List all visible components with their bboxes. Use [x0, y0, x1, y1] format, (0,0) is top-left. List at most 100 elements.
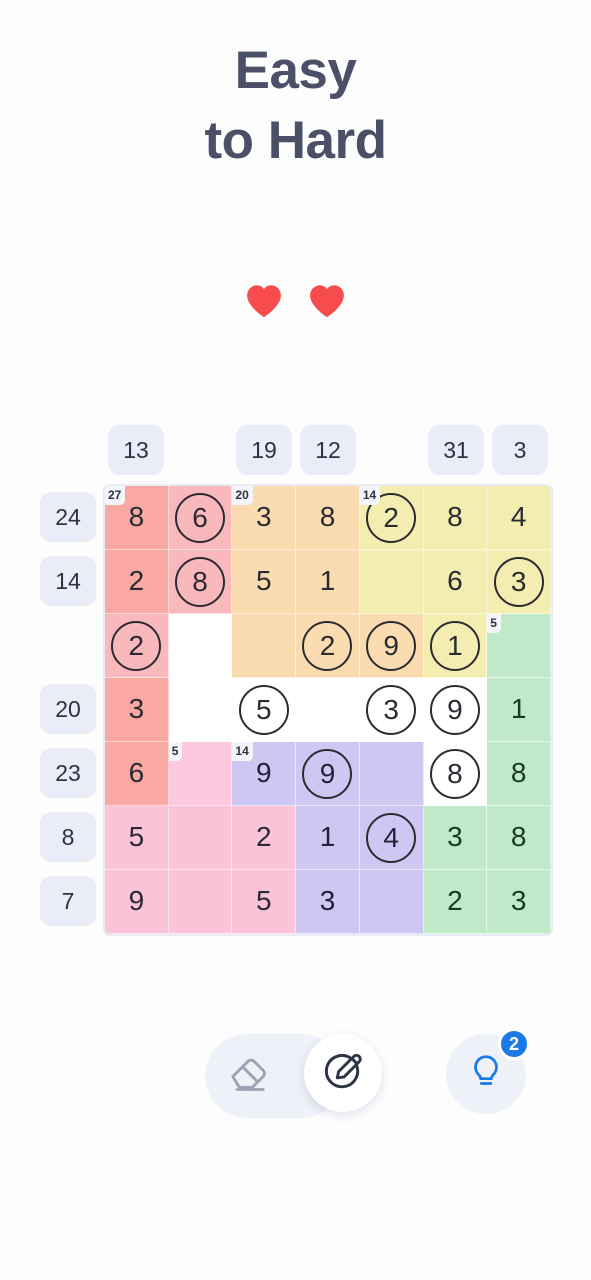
cell-value: 6 — [128, 756, 145, 788]
grid-cell[interactable]: 1 — [296, 806, 360, 870]
row-clue-column: 24 14 20 23 8 7 — [32, 485, 104, 936]
cell-value: 4 — [510, 500, 527, 532]
eraser-button[interactable] — [216, 1040, 280, 1104]
grid-cell[interactable]: 14 2 — [359, 486, 424, 550]
grid-cell[interactable] — [359, 870, 424, 934]
column-clue[interactable]: 3 — [492, 425, 548, 475]
grid-cell[interactable] — [359, 742, 424, 806]
grid-cell[interactable]: 1 — [423, 614, 488, 678]
row-clue[interactable]: 7 — [40, 876, 96, 926]
grid-cell[interactable]: 2 — [232, 806, 297, 870]
grid-cell[interactable]: 9 — [359, 614, 424, 678]
grid-cell[interactable] — [296, 678, 360, 742]
cage-sum-label: 5 — [168, 742, 183, 761]
cell-value — [169, 806, 232, 869]
row-clue[interactable]: 24 — [40, 492, 96, 542]
grid-cell[interactable]: 3 — [359, 678, 424, 742]
grid-cell[interactable]: 3 — [487, 870, 551, 934]
cell-value: 3 — [510, 884, 527, 916]
grid-cell[interactable]: 20 3 — [232, 486, 297, 550]
column-clue[interactable]: 12 — [300, 425, 356, 475]
row-clue-empty — [40, 620, 96, 670]
cell-value — [232, 614, 295, 677]
grid-cell[interactable]: 4 — [487, 486, 551, 550]
grid-cell[interactable]: 8 — [296, 486, 360, 550]
cell-value: 3 — [447, 820, 463, 852]
cell-value: 1 — [429, 620, 480, 671]
row-clue[interactable]: 20 — [40, 684, 96, 734]
cell-value: 8 — [447, 500, 463, 532]
grid-cell[interactable]: 8 — [487, 742, 551, 806]
row-clue[interactable]: 8 — [40, 812, 96, 862]
hint-count-badge: 2 — [498, 1028, 530, 1060]
cell-value: 8 — [175, 556, 226, 607]
cell-value: 2 — [447, 884, 463, 916]
grid-cell[interactable] — [168, 614, 233, 678]
cell-value: 5 — [238, 684, 289, 735]
grid-cell[interactable]: 6 — [105, 742, 169, 806]
cell-value: 2 — [302, 620, 353, 671]
grid-cell[interactable]: 4 — [359, 806, 424, 870]
grid-cell[interactable] — [168, 870, 233, 934]
grid-cell[interactable]: 9 — [105, 870, 169, 934]
grid-cell[interactable]: 6 — [423, 550, 488, 614]
eraser-icon — [222, 1044, 274, 1101]
cell-value — [169, 870, 232, 933]
cell-value: 1 — [319, 820, 336, 852]
cell-value: 9 — [128, 884, 145, 916]
cage-sum-label: 14 — [359, 486, 381, 505]
cell-value: 2 — [255, 820, 272, 852]
game-screen: Easy to Hard 13 19 12 31 3 24 14 20 23 8 7 27 8 6 20… — [0, 0, 591, 1280]
grid-cell[interactable]: 5 — [487, 614, 551, 678]
grid-cell[interactable]: 6 — [168, 486, 233, 550]
pencil-button[interactable] — [304, 1034, 382, 1112]
grid-cell[interactable]: 14 9 — [232, 742, 297, 806]
grid-cell[interactable]: 5 — [232, 678, 297, 742]
grid-cell[interactable] — [168, 678, 233, 742]
cage-sum-label: 5 — [487, 614, 501, 633]
hint-button[interactable]: 2 — [446, 1028, 530, 1114]
grid-cell[interactable]: 1 — [487, 678, 551, 742]
cell-value — [360, 550, 423, 613]
cell-value: 5 — [255, 884, 272, 916]
grid-cell[interactable]: 2 — [105, 614, 169, 678]
cell-value: 8 — [510, 820, 527, 852]
column-clue-empty — [172, 425, 228, 475]
grid-cell[interactable]: 5 — [105, 806, 169, 870]
grid-cell[interactable]: 1 — [296, 550, 360, 614]
grid-cell[interactable]: 8 — [487, 806, 551, 870]
grid-cell[interactable]: 3 — [296, 870, 360, 934]
grid-cell[interactable]: 2 — [296, 614, 360, 678]
grid-cell[interactable]: 8 — [168, 550, 233, 614]
grid-cell[interactable]: 2 — [423, 870, 488, 934]
cell-value: 6 — [175, 492, 226, 543]
puzzle-grid[interactable]: 27 8 6 20 3 8 14 2 8 4 2 8 5 1 6 3 2 2 9 1 5 3 5 3 9 1 6 5 14 9 9 8 8 5 2 1… — [105, 486, 551, 934]
grid-container: 27 8 6 20 3 8 14 2 8 4 2 8 5 1 6 3 2 2 9 1 5 3 5 3 9 1 6 5 14 9 9 8 8 5 2 1… — [103, 484, 553, 936]
cell-value — [169, 678, 232, 741]
column-clue[interactable]: 13 — [108, 425, 164, 475]
column-clue[interactable]: 31 — [428, 425, 484, 475]
cell-value: 9 — [366, 620, 417, 671]
grid-cell[interactable]: 9 — [423, 678, 488, 742]
grid-cell[interactable]: 9 — [296, 742, 360, 806]
grid-cell[interactable]: 8 — [423, 486, 488, 550]
column-clue[interactable]: 19 — [236, 425, 292, 475]
grid-cell[interactable]: 5 — [168, 742, 233, 806]
grid-cell[interactable]: 5 — [232, 550, 297, 614]
cell-value: 2 — [128, 564, 145, 596]
grid-cell[interactable]: 3 — [487, 550, 551, 614]
grid-cell[interactable] — [168, 806, 233, 870]
grid-cell[interactable]: 27 8 — [105, 486, 169, 550]
cell-value: 3 — [493, 556, 544, 607]
grid-cell[interactable] — [359, 550, 424, 614]
grid-cell[interactable]: 3 — [423, 806, 488, 870]
grid-cell[interactable]: 5 — [232, 870, 297, 934]
row-clue[interactable]: 23 — [40, 748, 96, 798]
grid-cell[interactable] — [232, 614, 297, 678]
cell-value: 9 — [302, 748, 353, 799]
pencil-edit-icon — [318, 1046, 368, 1101]
row-clue[interactable]: 14 — [40, 556, 96, 606]
grid-cell[interactable]: 2 — [105, 550, 169, 614]
grid-cell[interactable]: 8 — [423, 742, 488, 806]
grid-cell[interactable]: 3 — [105, 678, 169, 742]
